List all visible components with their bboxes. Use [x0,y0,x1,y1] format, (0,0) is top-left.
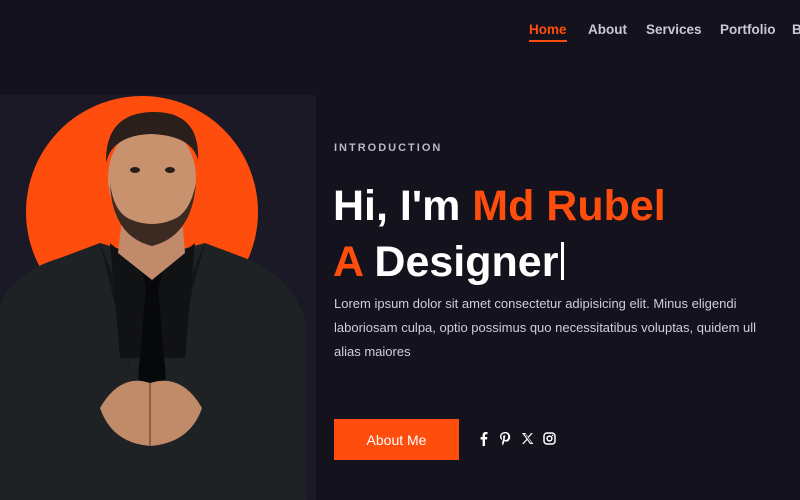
nav-item-portfolio[interactable]: Portfolio [720,22,776,37]
name-text: Md Rubel [472,182,666,230]
nav-item-home[interactable]: Home [529,22,567,42]
portrait-image [0,111,306,500]
x-icon[interactable] [520,430,534,446]
intro-eyebrow: INTRODUCTION [334,142,443,154]
role-prefix: A [333,238,363,286]
description-line: laboriosam culpa, optio possimus quo nec… [334,320,757,335]
nav-item-b[interactable]: B [792,22,800,37]
pinterest-icon[interactable] [498,430,512,446]
typing-cursor [561,242,565,280]
page: Home About Services Portfolio B INTRODUC… [0,0,800,500]
hero-headline: Hi, I'm Md Rubel A Designer [333,178,666,290]
instagram-icon[interactable] [542,430,556,446]
role-text: Designer [362,238,559,286]
headline-line-2: A Designer [333,238,565,286]
nav-item-about[interactable]: About [588,22,627,37]
greeting-text: Hi, I'm [333,182,473,230]
about-me-button[interactable]: About Me [334,419,459,460]
description-line: Lorem ipsum dolor sit amet consectetur a… [334,296,737,311]
hero-description: Lorem ipsum dolor sit amet consectetur a… [334,292,800,364]
top-nav: Home About Services Portfolio B [0,0,800,62]
facebook-icon[interactable] [476,430,490,446]
social-links [476,430,556,446]
description-line: alias maiores [334,344,411,359]
headline-line-1: Hi, I'm Md Rubel [333,182,666,230]
nav-item-services[interactable]: Services [646,22,702,37]
